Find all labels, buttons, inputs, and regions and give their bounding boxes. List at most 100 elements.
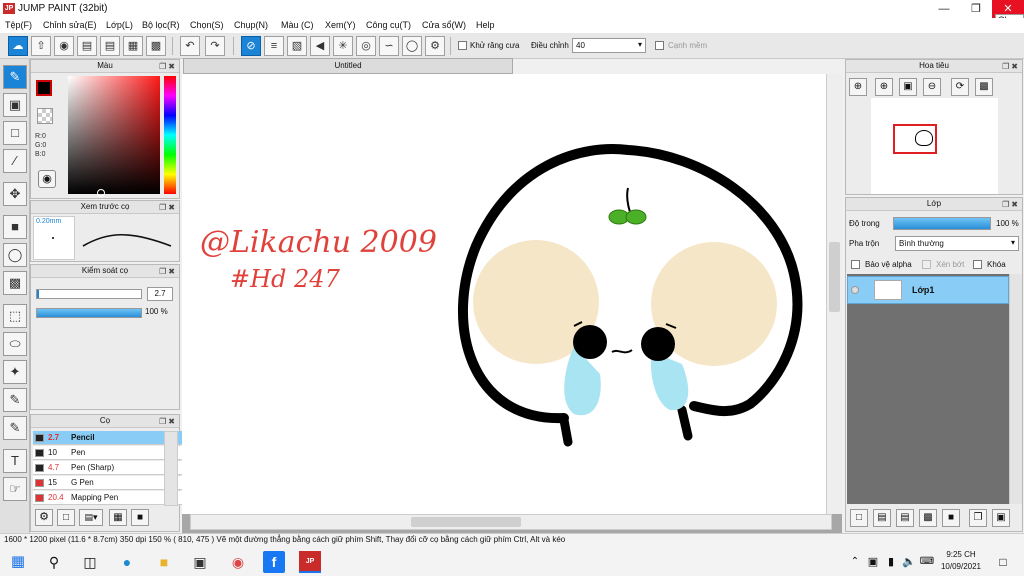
panel-controls-icon[interactable]: ❐✖ xyxy=(159,416,177,428)
antialias-checkbox[interactable] xyxy=(458,41,467,50)
lock-checkbox[interactable] xyxy=(973,260,982,269)
select-rect-tool-icon[interactable]: ⬚ xyxy=(3,304,27,328)
menu-capture[interactable]: Chụp(N) xyxy=(234,20,268,30)
adjust-select[interactable]: 40 ▾ xyxy=(572,38,646,53)
folder-icon[interactable]: ■ xyxy=(942,509,960,527)
delete-layer-icon[interactable]: ▣ xyxy=(992,509,1010,527)
eraser-tool-icon[interactable]: ▣ xyxy=(3,93,27,117)
menu-filter[interactable]: Bộ lọc(R) xyxy=(142,20,180,30)
speech-bubble-icon[interactable]: ◉ xyxy=(54,36,74,56)
new-brush-icon[interactable]: □ xyxy=(57,509,75,526)
brush-opacity-slider[interactable] xyxy=(36,308,142,318)
layers-scrollbar[interactable] xyxy=(1009,274,1022,504)
magic-wand-tool-icon[interactable]: ✦ xyxy=(3,360,27,384)
vertical-scrollbar[interactable] xyxy=(826,74,842,514)
hand-tool-icon[interactable]: ☞ xyxy=(3,477,27,501)
select-eraser-tool-icon[interactable]: ✎ xyxy=(3,416,27,440)
radial-lines-icon[interactable]: ✳ xyxy=(333,36,353,56)
menu-edit[interactable]: Chỉnh sửa(E) xyxy=(43,20,97,30)
lasso-tool-icon[interactable]: ⬭ xyxy=(3,332,27,356)
edge-browser-icon[interactable]: ● xyxy=(116,551,138,573)
hue-slider[interactable] xyxy=(164,76,176,194)
gradient-tool-icon[interactable]: ▩ xyxy=(3,271,27,295)
fit-view-icon[interactable]: ▣ xyxy=(899,78,917,96)
menu-window[interactable]: Cửa sổ(W) xyxy=(422,20,466,30)
chrome-icon[interactable]: ◉ xyxy=(227,551,249,573)
color-picker-cursor[interactable] xyxy=(97,189,105,197)
brush-copy-icon[interactable]: ▦ xyxy=(109,509,127,526)
page-icon[interactable]: ▤ xyxy=(100,36,120,56)
smooth-edge-checkbox[interactable] xyxy=(655,41,664,50)
brush-size-slider[interactable] xyxy=(36,289,142,299)
layer-row[interactable]: Lớp1 xyxy=(847,276,1009,304)
file-explorer-icon[interactable]: ■ xyxy=(153,551,175,573)
undo-icon[interactable]: ↶ xyxy=(180,36,200,56)
bucket-tool-icon[interactable]: ◯ xyxy=(3,243,27,267)
brush-tool-icon[interactable]: ✎ xyxy=(3,65,27,89)
brush-folder-icon[interactable]: ■ xyxy=(131,509,149,526)
panel-controls-icon[interactable]: ❐✖ xyxy=(1002,61,1020,73)
panel-controls-icon[interactable]: ❐✖ xyxy=(159,61,177,73)
grid-settings-icon[interactable]: ▩ xyxy=(146,36,166,56)
store-icon[interactable]: ▣ xyxy=(189,551,211,573)
brush-settings-icon[interactable]: ⚙ xyxy=(35,509,53,526)
layer-opacity-slider[interactable] xyxy=(893,217,991,230)
transparent-swatch[interactable] xyxy=(37,108,53,124)
saturation-value-picker[interactable] xyxy=(68,76,160,194)
cloud-icon[interactable]: ☁ xyxy=(8,36,28,56)
panel-controls-icon[interactable]: ❐✖ xyxy=(159,266,177,278)
zoom-plus-icon[interactable]: ⊕ xyxy=(875,78,893,96)
panel-controls-icon[interactable]: ❐✖ xyxy=(159,202,177,214)
concentric-circles-icon[interactable]: ◎ xyxy=(356,36,376,56)
navigator-preview[interactable] xyxy=(871,98,998,194)
flip-icon[interactable]: ▩ xyxy=(975,78,993,96)
canvas-tab[interactable]: Untitled xyxy=(183,58,513,74)
brush-list-scrollbar[interactable] xyxy=(164,431,178,506)
select-pen-tool-icon[interactable]: ✎ xyxy=(3,388,27,412)
new-layer-icon[interactable]: □ xyxy=(850,509,868,527)
rotate-icon[interactable]: ⟳ xyxy=(951,78,969,96)
ellipse-icon[interactable]: ◯ xyxy=(402,36,422,56)
jump-paint-taskbar-icon[interactable]: JP xyxy=(299,551,321,573)
duplicate-layer-icon[interactable]: ❐ xyxy=(969,509,987,527)
palette-icon[interactable]: ◉ xyxy=(38,170,56,188)
menu-color[interactable]: Màu (C) xyxy=(281,20,314,30)
search-icon[interactable]: ⚲ xyxy=(43,551,65,573)
menu-layer[interactable]: Lớp(L) xyxy=(106,20,133,30)
menu-view[interactable]: Xem(Y) xyxy=(325,20,356,30)
clock[interactable]: 9:25 CH 10/09/2021 xyxy=(934,549,988,573)
menu-file[interactable]: Tệp(F) xyxy=(5,20,32,30)
maximize-button[interactable]: ❐ xyxy=(960,0,992,18)
parallel-lines-icon[interactable]: ≡ xyxy=(264,36,284,56)
menu-tools[interactable]: Công cụ(T) xyxy=(366,20,411,30)
brush-size-input[interactable]: 2.7 xyxy=(147,287,173,301)
fill-rect-tool-icon[interactable]: ■ xyxy=(3,215,27,239)
menu-select[interactable]: Chọn(S) xyxy=(190,20,224,30)
minimize-button[interactable]: — xyxy=(928,0,960,18)
panel-controls-icon[interactable]: ❐✖ xyxy=(1002,199,1020,211)
new-vector-layer-icon[interactable]: ▤ xyxy=(896,509,914,527)
facebook-icon[interactable]: f xyxy=(263,551,285,573)
notification-icon[interactable]: □ xyxy=(992,551,1014,573)
horizontal-scrollbar[interactable] xyxy=(190,514,832,530)
tone-layer-icon[interactable]: ▩ xyxy=(919,509,937,527)
clip-checkbox[interactable] xyxy=(922,260,931,269)
protect-alpha-checkbox[interactable] xyxy=(851,260,860,269)
zoom-out-icon[interactable]: ⊖ xyxy=(923,78,941,96)
windows-start-icon[interactable]: ▦ xyxy=(7,551,29,573)
horizontal-scroll-thumb[interactable] xyxy=(411,517,521,527)
line-tool-icon[interactable]: ∕ xyxy=(3,149,27,173)
menu-help[interactable]: Help xyxy=(476,20,495,30)
redo-icon[interactable]: ↷ xyxy=(205,36,225,56)
foreground-color-swatch[interactable] xyxy=(36,80,52,96)
task-view-icon[interactable]: ◫ xyxy=(79,551,101,573)
vertical-scroll-thumb[interactable] xyxy=(829,242,840,312)
vanishing-point-icon[interactable]: ◀ xyxy=(310,36,330,56)
visibility-icon[interactable] xyxy=(851,286,859,294)
text-tool-icon[interactable]: T xyxy=(3,449,27,473)
rect-tool-icon[interactable]: □ xyxy=(3,121,27,145)
blend-mode-select[interactable]: Bình thường ▾ xyxy=(895,236,1019,251)
zoom-in-icon[interactable]: ⊕ xyxy=(849,78,867,96)
drawing-canvas[interactable]: @Likachu 2009 #Hd 247 xyxy=(182,74,826,514)
gear-icon[interactable]: ⚙ xyxy=(425,36,445,56)
